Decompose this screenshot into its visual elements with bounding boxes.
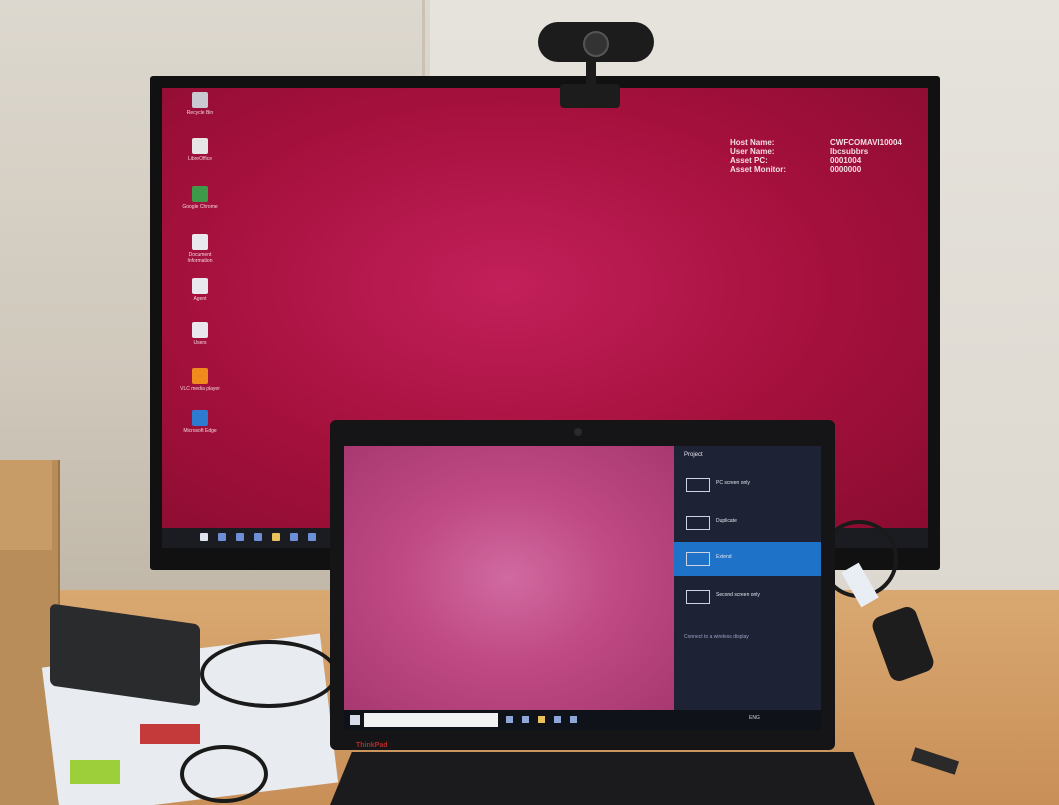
asset-value: 0001004: [830, 156, 862, 165]
chrome-icon: [192, 186, 208, 202]
asset-key: User Name:: [730, 147, 775, 156]
desktop-icon-label: Agent: [193, 296, 207, 302]
store-icon[interactable]: [554, 716, 561, 723]
power-cable: [180, 745, 268, 803]
connect-wireless-display-link[interactable]: Connect to a wireless display: [684, 634, 749, 640]
recycle-bin-icon: [192, 92, 208, 108]
project-option-label: Second screen only: [716, 592, 760, 598]
edge-icon[interactable]: [522, 716, 529, 723]
asset-key: Asset PC:: [730, 156, 768, 165]
extend-icon: [686, 552, 710, 566]
project-option-pc-only[interactable]: PC screen only: [674, 468, 821, 502]
project-option-label: PC screen only: [716, 480, 750, 486]
asset-row: Asset Monitor: 0000000: [730, 165, 928, 174]
laptop-taskbar: ENG: [344, 710, 821, 730]
mail-icon[interactable]: [570, 716, 577, 723]
system-tray-language[interactable]: ENG: [749, 715, 760, 721]
folder-icon[interactable]: [538, 716, 545, 723]
store-icon[interactable]: [290, 533, 298, 541]
edge-icon: [192, 410, 208, 426]
document-icon: [192, 234, 208, 250]
document-icon: [192, 278, 208, 294]
desktop-icon[interactable]: Users: [180, 322, 220, 358]
search-icon[interactable]: [218, 533, 226, 541]
asset-key: Asset Monitor:: [730, 165, 786, 174]
desktop-icon[interactable]: Agent: [180, 278, 220, 314]
webcam-lens: [583, 31, 609, 57]
asset-row: Asset PC: 0001004: [730, 156, 928, 165]
desktop-icon[interactable]: Google Chrome: [180, 186, 220, 222]
laptop: Project PC screen only Duplicate Extend …: [330, 420, 835, 750]
project-option-label: Duplicate: [716, 518, 737, 524]
cardboard-box-flap: [0, 460, 52, 550]
desktop-icon[interactable]: Microsoft Edge: [180, 410, 220, 446]
photo-scene: Recycle Bin LibreOffice Google Chrome Do…: [0, 0, 1059, 805]
monitor-icon: [686, 478, 710, 492]
project-option-label: Extend: [716, 554, 732, 560]
laptop-desktop: [344, 446, 674, 710]
start-icon[interactable]: [350, 715, 360, 725]
project-option-duplicate[interactable]: Duplicate: [674, 506, 821, 540]
app-icon: [192, 138, 208, 154]
asset-info-overlay: Host Name: CWFCOMAVI10004 User Name: Ibcsu…: [730, 138, 928, 174]
project-panel: Project PC screen only Duplicate Extend …: [674, 446, 821, 710]
edge-icon[interactable]: [254, 533, 262, 541]
webcam: [538, 22, 654, 62]
box-sticker: [70, 760, 120, 784]
laptop-webcam: [574, 428, 582, 436]
power-cable: [200, 640, 338, 708]
duplicate-icon: [686, 516, 710, 530]
asset-key: Host Name:: [730, 138, 775, 147]
desktop-icon[interactable]: Recycle Bin: [180, 92, 220, 128]
project-option-extend[interactable]: Extend: [674, 542, 821, 576]
desktop-icon-label: Recycle Bin: [186, 110, 214, 116]
vlc-icon: [192, 368, 208, 384]
asset-row: Host Name: CWFCOMAVI10004: [730, 138, 928, 147]
project-panel-title: Project: [684, 452, 703, 458]
asset-row: User Name: Ibcsubbrs: [730, 147, 928, 156]
desktop-icon-label: Document Information: [187, 252, 213, 264]
desktop-icon-label: VLC media player: [180, 386, 220, 392]
laptop-screen: Project PC screen only Duplicate Extend …: [344, 446, 821, 730]
task-view-icon[interactable]: [506, 716, 513, 723]
mail-icon[interactable]: [308, 533, 316, 541]
search-input[interactable]: [364, 713, 498, 727]
box-sticker: [140, 724, 200, 744]
laptop-keyboard: [330, 752, 875, 805]
task-view-icon[interactable]: [236, 533, 244, 541]
asset-value: Ibcsubbrs: [830, 147, 869, 156]
desktop-icon-label: Google Chrome: [182, 204, 218, 210]
second-screen-icon: [686, 590, 710, 604]
asset-value: 0000000: [830, 165, 862, 174]
desktop-icon[interactable]: VLC media player: [180, 368, 220, 404]
start-icon[interactable]: [200, 533, 208, 541]
folder-icon[interactable]: [272, 533, 280, 541]
desktop-icon-label: Microsoft Edge: [183, 428, 217, 434]
asset-value: CWFCOMAVI10004: [830, 138, 902, 147]
webcam-clip: [560, 84, 620, 108]
thinkpad-logo: ThinkPad: [356, 742, 388, 749]
desktop-icon-label: Users: [193, 340, 207, 346]
desktop-icon-label: LibreOffice: [187, 156, 213, 162]
desktop-icon[interactable]: LibreOffice: [180, 138, 220, 174]
document-icon: [192, 322, 208, 338]
desktop-icon[interactable]: Document Information: [180, 234, 220, 270]
project-option-second-only[interactable]: Second screen only: [674, 580, 821, 614]
